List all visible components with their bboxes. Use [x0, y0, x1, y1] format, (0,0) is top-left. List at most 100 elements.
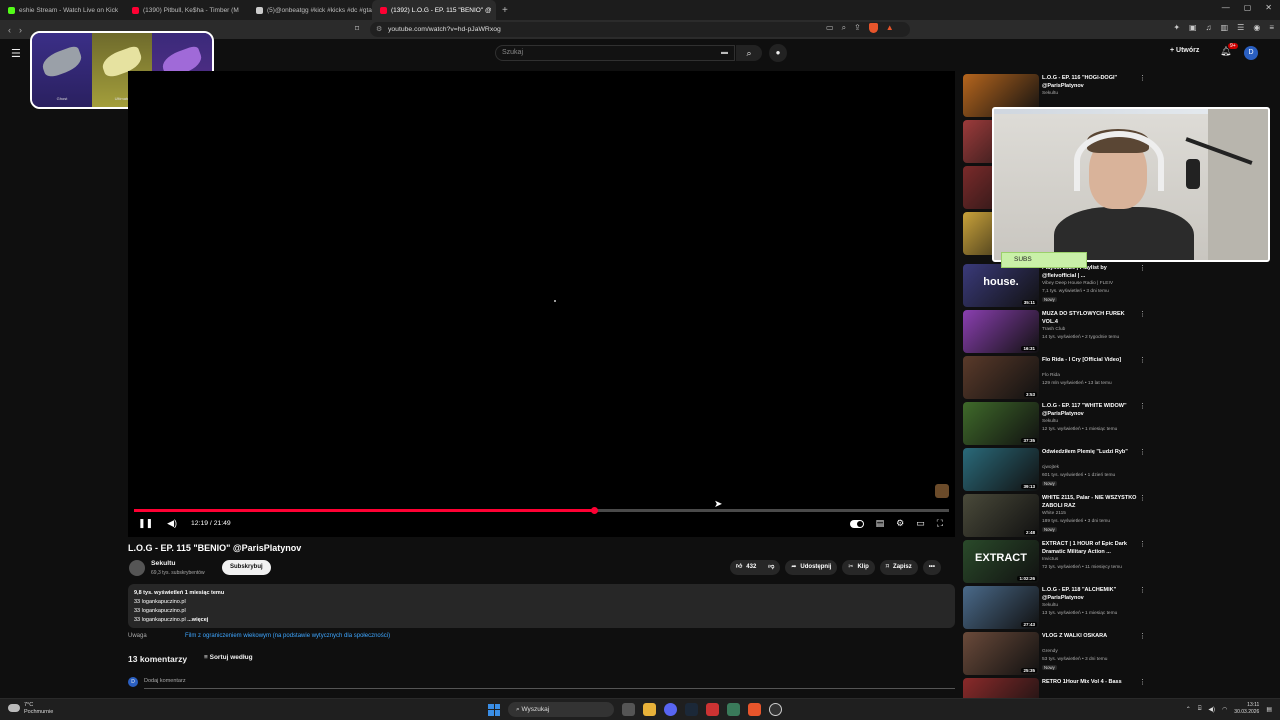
age-restriction-link[interactable]: Film z ograniczeniem wiekowym (na podsta…: [185, 633, 390, 639]
video-title[interactable]: Odwiedziłem Plemię "Ludzi Ryb": [1042, 449, 1142, 457]
app-icon[interactable]: [706, 703, 719, 716]
zoom-icon[interactable]: ⌕: [842, 23, 846, 33]
steam-icon[interactable]: [685, 703, 698, 716]
wallet-icon[interactable]: ▣: [1189, 23, 1197, 32]
new-tab-button[interactable]: +: [496, 5, 514, 16]
search-input[interactable]: Szukaj ▬: [495, 45, 735, 61]
more-options-icon[interactable]: ⋮: [1139, 540, 1146, 548]
channel-name[interactable]: Invictus: [1042, 557, 1058, 562]
video-thumbnail[interactable]: 37:35: [963, 402, 1039, 445]
autoplay-toggle[interactable]: [849, 519, 864, 528]
save-button[interactable]: ⌑ Zapisz: [879, 560, 918, 575]
fullscreen-icon[interactable]: ⛶: [937, 518, 943, 529]
recommended-video[interactable]: 37:35 L.O.G - EP. 117 "WHITE WIDOW" @Pari…: [963, 402, 1153, 446]
video-title[interactable]: Flo Rida - I Cry [Official Video]: [1042, 357, 1142, 365]
profile-icon[interactable]: ◉: [1253, 23, 1260, 32]
recommended-video[interactable]: 39:13 Odwiedziłem Plemię "Ludzi Ryb" cjwoj…: [963, 448, 1153, 492]
more-options-icon[interactable]: ⋮: [1139, 632, 1146, 640]
task-view-icon[interactable]: [622, 703, 635, 716]
channel-name[interactable]: Sekultu: [1042, 603, 1058, 608]
volume-tray-icon[interactable]: ◀︎): [1208, 706, 1215, 713]
wifi-icon[interactable]: ◠: [1222, 706, 1227, 713]
channel-name[interactable]: Trash Club: [1042, 327, 1065, 332]
video-thumbnail[interactable]: house. 35:11: [963, 264, 1039, 307]
menu-icon[interactable]: ≡: [1269, 23, 1274, 32]
channel-name[interactable]: cjwojtek: [1042, 465, 1059, 470]
dislike-icon[interactable]: 👎︎: [768, 560, 774, 575]
like-count[interactable]: 432: [746, 560, 756, 575]
clip-button[interactable]: ✂ Klip: [842, 560, 875, 575]
pause-icon[interactable]: ❚❚: [138, 518, 153, 529]
recommended-video[interactable]: 25:35 VLOG Z WALKI OSKARA Grendy 53 tys. wy…: [963, 632, 1153, 676]
notification-center-icon[interactable]: ▤: [1266, 706, 1272, 713]
video-thumbnail[interactable]: 39:13: [963, 448, 1039, 491]
more-options-icon[interactable]: ⋮: [1139, 310, 1146, 318]
add-comment-input[interactable]: Dodaj komentarz: [144, 678, 186, 684]
browser-tab[interactable]: eshie Stream - Watch Live on Kick: [0, 0, 124, 20]
subtitles-icon[interactable]: ▤: [876, 518, 885, 529]
recommended-video[interactable]: 16:31 MUZA DO STYLOWYCH FUREK VOL.4 Trash …: [963, 310, 1153, 354]
start-windows-icon[interactable]: [488, 703, 500, 716]
obs-icon[interactable]: [769, 703, 782, 716]
brave-browser-icon[interactable]: [748, 703, 761, 716]
video-thumbnail[interactable]: 25:35: [963, 632, 1039, 675]
taskbar-search[interactable]: ⌕ Wyszukaj: [508, 702, 614, 717]
browser-tab-active[interactable]: (1392) L.O.G - EP. 115 "BENIO" @ ✕: [372, 0, 496, 20]
recommended-video[interactable]: 27:43 L.O.G - EP. 118 "ALCHEMIK" @ParisPl…: [963, 586, 1153, 630]
video-thumbnail[interactable]: EXTRACT 1:02:26: [963, 540, 1039, 583]
weather-widget[interactable]: 7°C Pochmurnie: [8, 702, 53, 715]
bookmark-icon[interactable]: ⌑: [355, 24, 359, 33]
recommended-video[interactable]: EXTRACT 1:02:26 EXTRACT | 1 HOUR of Epic D…: [963, 540, 1153, 584]
search-button[interactable]: ⌕: [736, 45, 762, 61]
scrubber-handle[interactable]: [590, 507, 598, 514]
subscribe-button[interactable]: Subskrybuj: [222, 560, 271, 575]
more-options-icon[interactable]: ⋮: [1139, 264, 1146, 272]
more-options-icon[interactable]: ⋮: [1139, 74, 1146, 82]
show-more-link[interactable]: ...więcej: [187, 617, 208, 623]
description-box[interactable]: 9,8 tys. wyświetleń 1 miesiąc temu 33 lo…: [128, 584, 955, 628]
more-options-icon[interactable]: ⋮: [1139, 678, 1146, 686]
browser-tab[interactable]: (5)@onbeatgg #kick #kicks #dc #gta: [248, 0, 372, 20]
video-title[interactable]: L.O.G - EP. 117 "WHITE WIDOW" @ParisPlat…: [1042, 403, 1142, 418]
video-thumbnail[interactable]: 3:53: [963, 356, 1039, 399]
video-title[interactable]: EXTRACT | 1 HOUR of Epic Dark Dramatic M…: [1042, 541, 1142, 556]
video-title[interactable]: WHITE 2115, Palar - NIE WSZYSTKO ZABOLI …: [1042, 495, 1142, 510]
system-clock[interactable]: 13:11 30.03.2026: [1234, 702, 1259, 716]
recommended-video[interactable]: house. 35:11 Playlist 2026 | Playlist by @…: [963, 264, 1153, 308]
extension-icon[interactable]: ✦: [1173, 23, 1180, 32]
account-avatar[interactable]: D: [1244, 46, 1258, 60]
rewards-icon[interactable]: ▲: [886, 23, 894, 33]
terminal-icon[interactable]: [727, 703, 740, 716]
more-options-icon[interactable]: ⋮: [1139, 356, 1146, 364]
channel-name[interactable]: Grendy: [1042, 649, 1058, 654]
site-info-icon[interactable]: ⚙: [376, 25, 382, 33]
more-options-icon[interactable]: ⋮: [1139, 586, 1146, 594]
channel-name[interactable]: White 2115: [1042, 511, 1066, 516]
more-options-icon[interactable]: ⋮: [1139, 448, 1146, 456]
video-thumbnail[interactable]: 16:31: [963, 310, 1039, 353]
more-actions-button[interactable]: •••: [922, 560, 942, 575]
back-icon[interactable]: ‹: [8, 25, 11, 35]
like-icon[interactable]: 👍︎: [736, 560, 742, 575]
sidebar-icon[interactable]: ▥: [1221, 23, 1229, 32]
share-button[interactable]: ➦ Udostępnij: [785, 560, 838, 575]
channel-name[interactable]: Flo Rida: [1042, 373, 1060, 378]
recommended-video[interactable]: 3:53 Flo Rida - I Cry [Official Video] Flo…: [963, 356, 1153, 400]
brave-shield-icon[interactable]: [868, 23, 878, 33]
channel-name[interactable]: Sekultu: [151, 560, 176, 567]
video-player[interactable]: ❚❚ ◀︎) 12:19 / 21:49 ▤ ⚙ ▭ ⛶: [128, 71, 955, 537]
more-options-icon[interactable]: ⋮: [1139, 402, 1146, 410]
channel-avatar[interactable]: [129, 560, 145, 576]
minimize-icon[interactable]: —: [1222, 3, 1230, 12]
maximize-icon[interactable]: ▢: [1244, 3, 1252, 12]
video-title[interactable]: VLOG Z WALKI OSKARA: [1042, 633, 1142, 641]
forward-icon[interactable]: ›: [19, 25, 22, 35]
close-window-icon[interactable]: ✕: [1265, 3, 1272, 12]
theater-mode-icon[interactable]: ▭: [916, 518, 925, 529]
channel-name[interactable]: Sekultu: [1042, 91, 1058, 96]
progress-bar[interactable]: [134, 507, 949, 514]
video-title[interactable]: RETRO 1Hour Mix Vol 4 - Bass: [1042, 679, 1142, 687]
voice-search-button[interactable]: ●: [769, 44, 787, 62]
share-icon[interactable]: ⇪: [854, 23, 861, 33]
recommended-video[interactable]: 2:48 WHITE 2115, Palar - NIE WSZYSTKO ZAB…: [963, 494, 1153, 538]
